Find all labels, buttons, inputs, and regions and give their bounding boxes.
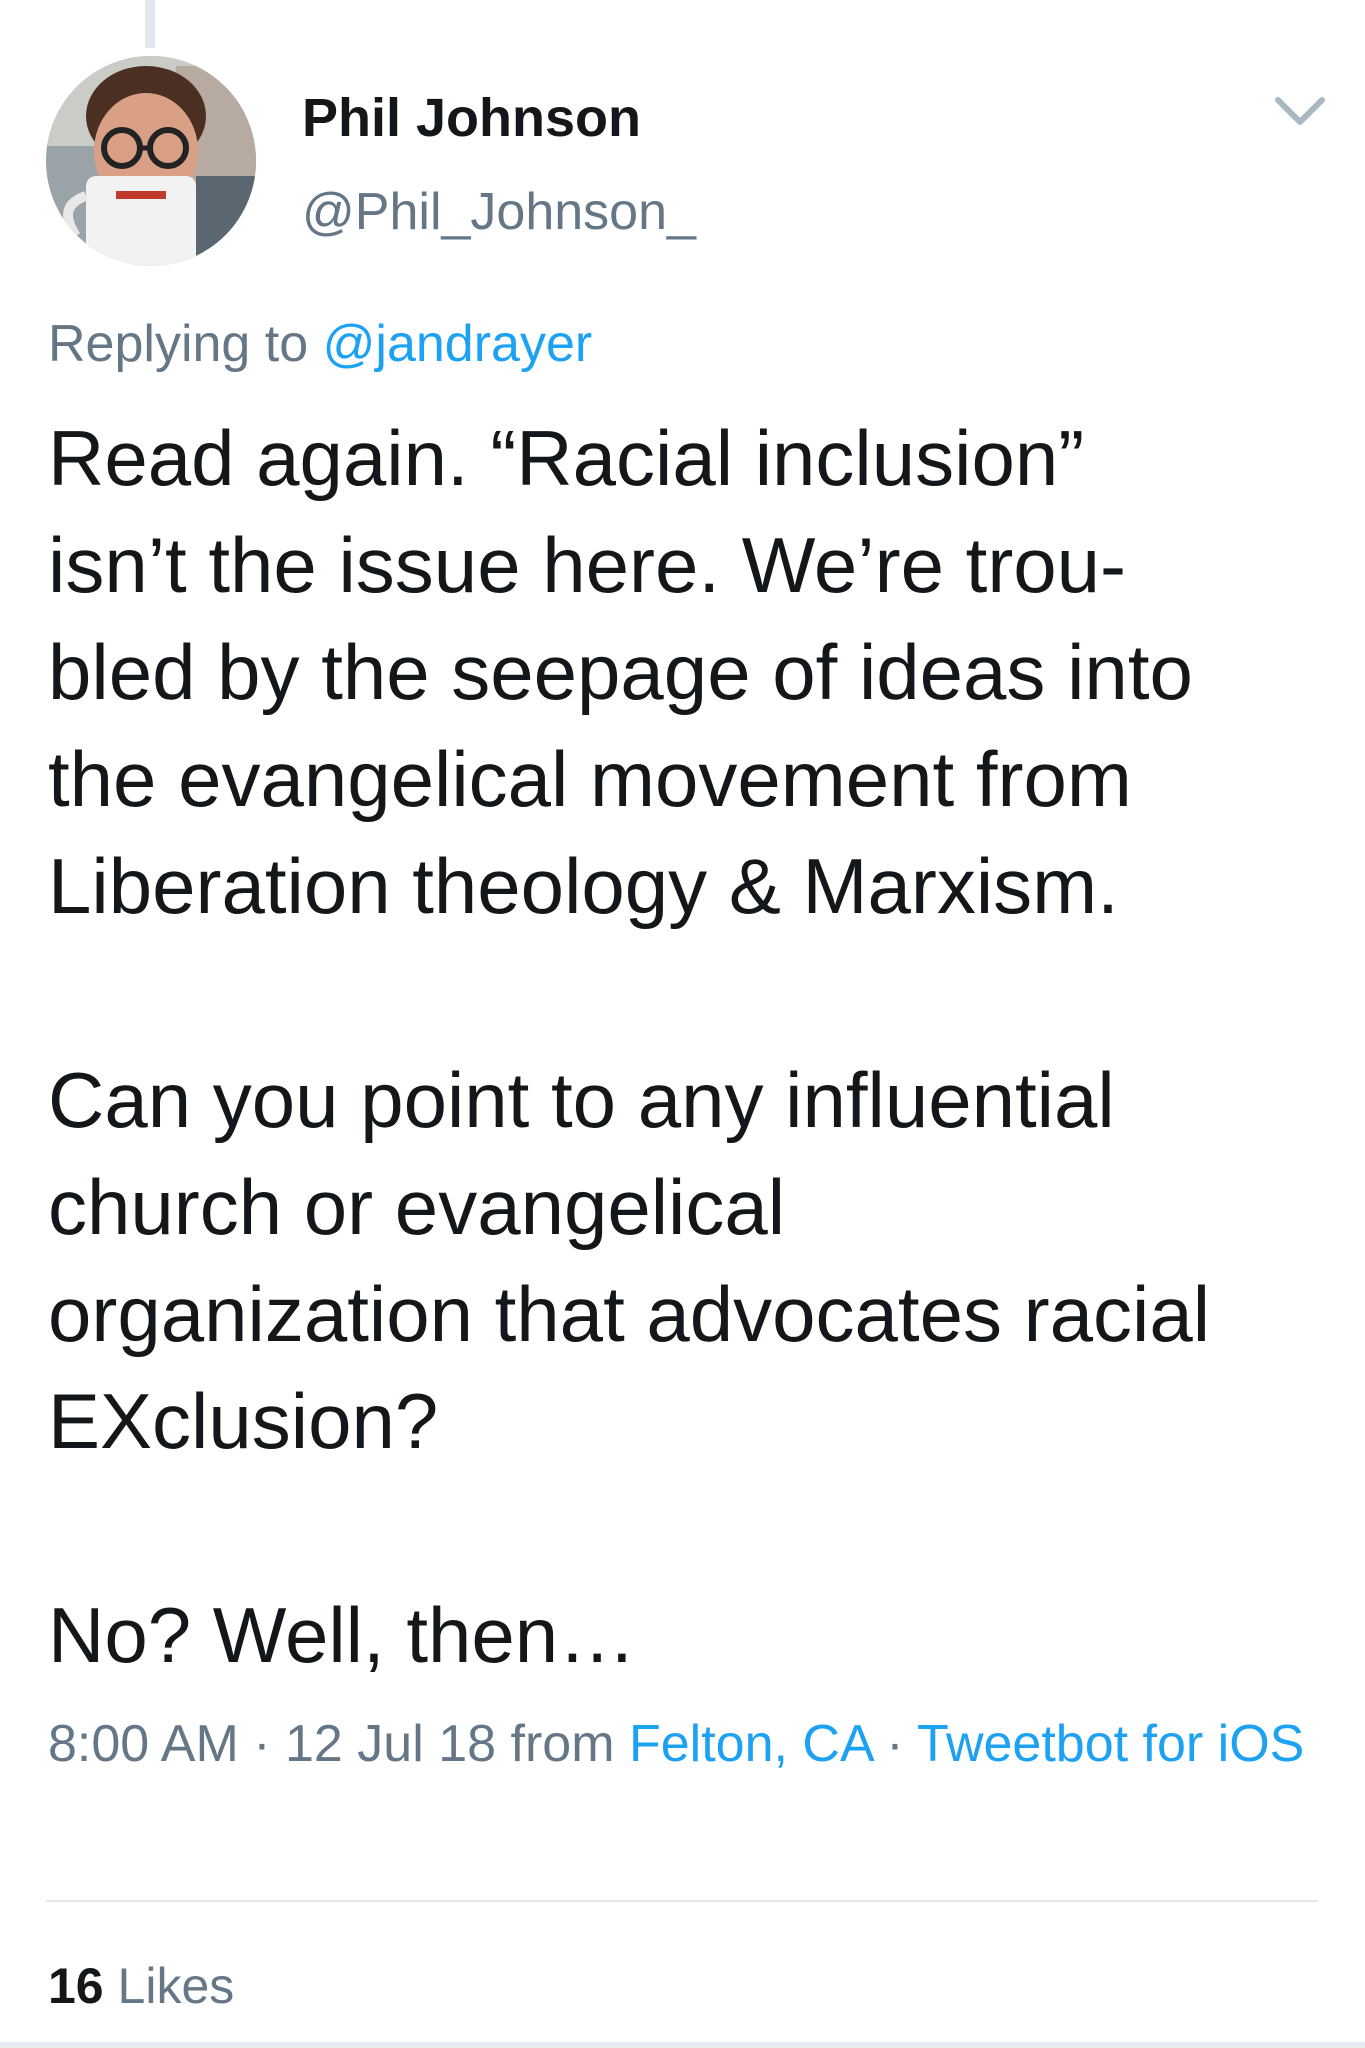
tweet-location-link[interactable]: Felton, CA xyxy=(629,1715,872,1773)
author-avatar[interactable] xyxy=(46,56,256,266)
tweet-paragraph-2: Can you point to any influential church … xyxy=(48,1047,1338,1475)
tweet-date: 12 Jul 18 xyxy=(285,1715,497,1773)
meta-separator: · xyxy=(871,1715,918,1773)
tweet-paragraph-1: Read again. “Racial inclusion” isn’t the… xyxy=(48,405,1338,940)
meta-separator: · xyxy=(238,1715,286,1773)
tweet-metadata: 8:00 AM · 12 Jul 18 from Felton, CA · Tw… xyxy=(48,1706,1338,1782)
tweet-text: Read again. “Racial inclusion” isn’t the… xyxy=(48,405,1338,1689)
tweet-menu-button[interactable] xyxy=(1272,90,1328,134)
chevron-down-icon xyxy=(1275,97,1325,125)
avatar-photo-icon xyxy=(46,56,256,266)
meta-from-label: from xyxy=(496,1715,629,1773)
author-name[interactable]: Phil Johnson xyxy=(302,86,641,150)
tweet-client-link[interactable]: Tweetbot for iOS xyxy=(917,1715,1304,1773)
tweet-line: organization that advocates racial xyxy=(48,1270,1211,1358)
likes-stat[interactable]: 16 Likes xyxy=(48,1954,234,2018)
bottom-divider xyxy=(0,2042,1365,2048)
tweet-paragraph-3: No? Well, then… xyxy=(48,1582,1338,1689)
tweet-line: No? Well, then… xyxy=(48,1591,637,1679)
likes-count: 16 xyxy=(48,1958,104,2014)
stats-divider xyxy=(46,1900,1318,1902)
thread-connector-line xyxy=(145,0,155,48)
tweet-line: the evangelical movement from xyxy=(48,735,1132,823)
tweet-line: Can you point to any influential xyxy=(48,1056,1115,1144)
tweet-time: 8:00 AM xyxy=(48,1715,239,1773)
tweet-line: isn’t the issue here. We’re trou- xyxy=(48,521,1127,609)
tweet-line: EXclusion? xyxy=(48,1377,439,1465)
reply-prefix: Replying to xyxy=(48,315,309,373)
reply-context: Replying to @jandrayer xyxy=(48,312,592,376)
likes-label: Likes xyxy=(117,1958,235,2014)
tweet-line: Liberation theology & Marxism. xyxy=(48,842,1119,930)
tweet-line: church or evangelical xyxy=(48,1163,786,1251)
tweet-line: bled by the seepage of ideas into xyxy=(48,628,1193,716)
reply-mention-link[interactable]: @jandrayer xyxy=(323,315,593,373)
author-handle[interactable]: @Phil_Johnson_ xyxy=(302,180,696,244)
tweet-line: Read again. “Racial inclusion” xyxy=(48,414,1085,502)
